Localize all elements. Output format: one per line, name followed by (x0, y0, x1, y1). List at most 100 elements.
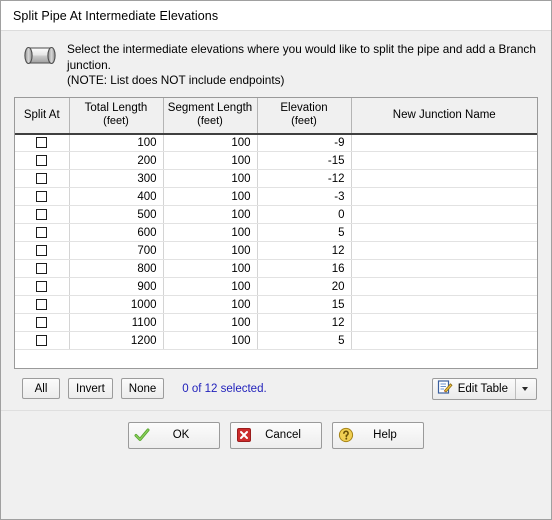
new-junction-name-cell[interactable] (351, 151, 537, 170)
elevation-cell[interactable]: -3 (257, 187, 352, 206)
total-length-cell[interactable]: 800 (69, 259, 164, 278)
select-none-button[interactable]: None (120, 378, 165, 399)
column-header-elevation[interactable]: Elevation (feet) (257, 97, 352, 135)
split-at-checkbox[interactable] (36, 334, 48, 346)
total-length-cell[interactable]: 300 (69, 169, 164, 188)
split-at-cell[interactable] (15, 187, 70, 206)
split-at-checkbox[interactable] (36, 244, 48, 256)
split-at-checkbox[interactable] (36, 190, 48, 202)
new-junction-name-cell[interactable] (351, 295, 537, 314)
total-length-cell[interactable]: 600 (69, 223, 164, 242)
split-at-checkbox[interactable] (36, 262, 48, 274)
elevation-cell[interactable]: 12 (257, 241, 352, 260)
elevations-table-container[interactable]: Split At Total Length (feet) Segment Len… (14, 96, 538, 369)
red-x-icon (231, 427, 257, 443)
elevation-cell[interactable]: 15 (257, 295, 352, 314)
elevation-cell[interactable]: -9 (257, 133, 352, 152)
new-junction-name-cell[interactable] (351, 223, 537, 242)
table-row[interactable]: 300 100 -12 (15, 169, 537, 188)
split-at-cell[interactable] (15, 295, 70, 314)
new-junction-name-cell[interactable] (351, 169, 537, 188)
split-at-checkbox[interactable] (36, 208, 48, 220)
split-at-checkbox[interactable] (36, 172, 48, 184)
table-row[interactable]: 1000 100 15 (15, 295, 537, 314)
table-row[interactable]: 700 100 12 (15, 241, 537, 260)
elevation-cell[interactable]: 20 (257, 277, 352, 296)
help-button[interactable]: Help (332, 421, 424, 449)
new-junction-name-cell[interactable] (351, 277, 537, 296)
total-length-cell[interactable]: 500 (69, 205, 164, 224)
split-at-cell[interactable] (15, 331, 70, 350)
split-at-checkbox[interactable] (36, 137, 48, 149)
split-at-cell[interactable] (15, 205, 70, 224)
table-row[interactable]: 1100 100 12 (15, 313, 537, 332)
new-junction-name-cell[interactable] (351, 205, 537, 224)
split-at-cell[interactable] (15, 133, 70, 152)
elevation-cell[interactable]: 5 (257, 331, 352, 350)
invert-selection-button[interactable]: Invert (68, 378, 113, 399)
segment-length-cell[interactable]: 100 (163, 223, 258, 242)
total-length-cell[interactable]: 1000 (69, 295, 164, 314)
total-length-cell[interactable]: 900 (69, 277, 164, 296)
edit-table-dropdown[interactable] (515, 378, 533, 399)
segment-length-cell[interactable]: 100 (163, 331, 258, 350)
table-row[interactable]: 100 100 -9 (15, 133, 537, 152)
segment-length-cell[interactable]: 100 (163, 313, 258, 332)
segment-length-cell[interactable]: 100 (163, 259, 258, 278)
split-at-checkbox[interactable] (36, 298, 48, 310)
split-at-checkbox[interactable] (36, 226, 48, 238)
segment-length-cell[interactable]: 100 (163, 151, 258, 170)
segment-length-cell[interactable]: 100 (163, 277, 258, 296)
select-all-button[interactable]: All (22, 378, 60, 399)
table-row[interactable]: 900 100 20 (15, 277, 537, 296)
elevation-cell[interactable]: -12 (257, 169, 352, 188)
split-at-cell[interactable] (15, 169, 70, 188)
split-at-cell[interactable] (15, 241, 70, 260)
split-at-cell[interactable] (15, 151, 70, 170)
split-at-cell[interactable] (15, 259, 70, 278)
column-header-split-at[interactable]: Split At (15, 97, 70, 135)
table-row[interactable]: 600 100 5 (15, 223, 537, 242)
new-junction-name-cell[interactable] (351, 313, 537, 332)
new-junction-name-cell[interactable] (351, 187, 537, 206)
total-length-cell[interactable]: 700 (69, 241, 164, 260)
elevation-cell[interactable]: 5 (257, 223, 352, 242)
total-length-cell[interactable]: 200 (69, 151, 164, 170)
total-length-cell[interactable]: 400 (69, 187, 164, 206)
total-length-cell[interactable]: 1200 (69, 331, 164, 350)
elevation-cell[interactable]: 0 (257, 205, 352, 224)
new-junction-name-cell[interactable] (351, 241, 537, 260)
elevation-cell[interactable]: 12 (257, 313, 352, 332)
split-at-cell[interactable] (15, 223, 70, 242)
table-row[interactable]: 200 100 -15 (15, 151, 537, 170)
segment-length-cell[interactable]: 100 (163, 187, 258, 206)
split-at-cell[interactable] (15, 313, 70, 332)
table-row[interactable]: 800 100 16 (15, 259, 537, 278)
total-length-cell[interactable]: 1100 (69, 313, 164, 332)
column-header-total-length[interactable]: Total Length (feet) (69, 97, 164, 135)
segment-length-cell[interactable]: 100 (163, 205, 258, 224)
segment-length-cell[interactable]: 100 (163, 295, 258, 314)
table-row[interactable]: 500 100 0 (15, 205, 537, 224)
column-header-total-length-title: Total Length (84, 102, 148, 114)
new-junction-name-cell[interactable] (351, 331, 537, 350)
split-at-checkbox[interactable] (36, 280, 48, 292)
edit-table-button[interactable]: Edit Table (431, 377, 537, 400)
split-at-checkbox[interactable] (36, 154, 48, 166)
segment-length-cell[interactable]: 100 (163, 133, 258, 152)
new-junction-name-cell[interactable] (351, 133, 537, 152)
column-header-segment-length[interactable]: Segment Length (feet) (163, 97, 258, 135)
split-at-checkbox[interactable] (36, 316, 48, 328)
segment-length-cell[interactable]: 100 (163, 169, 258, 188)
segment-length-cell[interactable]: 100 (163, 241, 258, 260)
total-length-cell[interactable]: 100 (68, 133, 164, 152)
split-at-cell[interactable] (15, 277, 70, 296)
table-row[interactable]: 1200 100 5 (15, 331, 537, 350)
column-header-new-junction-name[interactable]: New Junction Name (351, 97, 537, 135)
elevation-cell[interactable]: -15 (257, 151, 352, 170)
cancel-button[interactable]: Cancel (230, 421, 322, 449)
table-row[interactable]: 400 100 -3 (15, 187, 537, 206)
elevation-cell[interactable]: 16 (257, 259, 352, 278)
new-junction-name-cell[interactable] (351, 259, 537, 278)
ok-button[interactable]: OK (128, 421, 220, 449)
